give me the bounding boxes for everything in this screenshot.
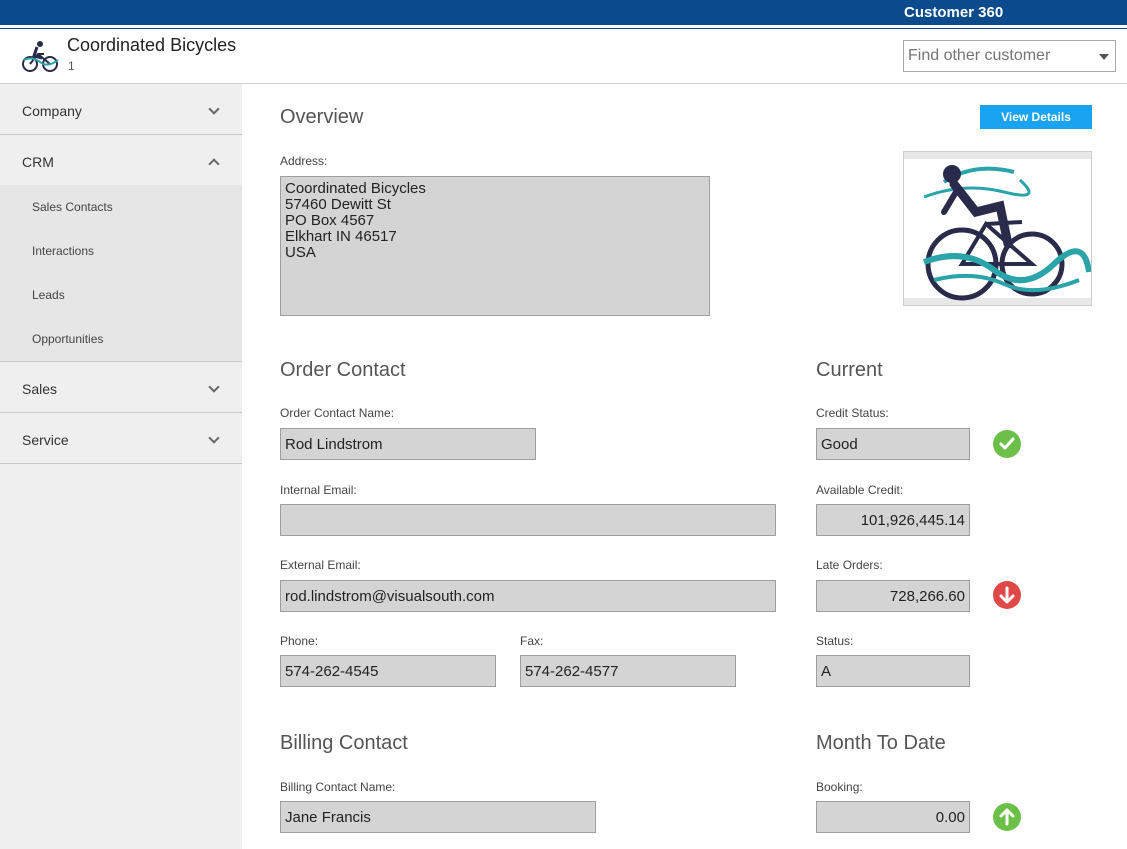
order-contact-name-label: Order Contact Name: xyxy=(280,406,395,420)
fax-field[interactable]: 574-262-4577 xyxy=(520,655,736,687)
external-email-label: External Email: xyxy=(280,558,361,572)
late-orders-label: Late Orders: xyxy=(816,558,883,572)
address-label: Address: xyxy=(280,154,328,168)
nav-service[interactable]: Service xyxy=(0,413,242,463)
cyclist-logo-icon xyxy=(904,152,1092,305)
internal-email-field[interactable] xyxy=(280,504,776,536)
address-line: 57460 Dewitt St xyxy=(285,196,391,213)
current-title: Current xyxy=(816,359,883,381)
address-line: PO Box 4567 xyxy=(285,212,375,229)
sidebar-item-leads[interactable]: Leads xyxy=(0,273,242,317)
find-customer-select[interactable] xyxy=(903,40,1116,72)
nav-service-label: Service xyxy=(22,432,69,448)
view-details-button[interactable]: View Details xyxy=(980,105,1092,129)
nav-group-company: Company xyxy=(0,84,242,135)
order-contact-title: Order Contact xyxy=(280,359,406,381)
nav-company[interactable]: Company xyxy=(0,84,242,134)
phone-field[interactable]: 574-262-4545 xyxy=(280,655,496,687)
arrow-up-circle-icon xyxy=(993,803,1021,831)
find-customer-input[interactable] xyxy=(904,41,1089,71)
status-field[interactable]: A xyxy=(816,655,970,687)
available-credit-field[interactable]: 101,926,445.14 xyxy=(816,504,970,536)
address-line: Elkhart IN 46517 xyxy=(285,228,397,245)
app-title: Customer 360 xyxy=(904,4,1004,21)
nav-crm-label: CRM xyxy=(22,154,54,170)
sidebar-item-sales-contacts[interactable]: Sales Contacts xyxy=(0,185,242,229)
sidebar-item-label: Opportunities xyxy=(32,332,104,346)
address-line: USA xyxy=(285,244,316,261)
arrow-down-circle-icon xyxy=(993,581,1021,609)
billing-contact-name-field[interactable]: Jane Francis xyxy=(280,801,596,833)
overview-title: Overview xyxy=(280,106,364,128)
top-bar: Customer 360 xyxy=(0,0,1127,27)
address-line: Coordinated Bicycles xyxy=(285,180,426,197)
chevron-down-icon[interactable] xyxy=(1099,54,1109,60)
address-field[interactable]: Coordinated Bicycles 57460 Dewitt St PO … xyxy=(280,176,710,316)
customer-header: Coordinated Bicycles 1 xyxy=(0,30,1127,84)
available-credit-label: Available Credit: xyxy=(816,483,904,497)
month-to-date-title: Month To Date xyxy=(816,732,946,754)
phone-label: Phone: xyxy=(280,634,319,648)
chevron-down-icon[interactable] xyxy=(208,381,220,393)
status-label: Status: xyxy=(816,634,854,648)
sidebar-item-opportunities[interactable]: Opportunities xyxy=(0,317,242,361)
order-contact-name-field[interactable]: Rod Lindstrom xyxy=(280,428,536,460)
top-bar-divider xyxy=(0,28,1127,29)
nav-sales-label: Sales xyxy=(22,381,58,397)
sidebar-item-label: Leads xyxy=(32,288,65,302)
customer-number: 1 xyxy=(68,59,75,73)
booking-field[interactable]: 0.00 xyxy=(816,801,970,833)
sidebar: Company CRM Sales Contacts Interactions … xyxy=(0,84,242,849)
nav-group-sales: Sales xyxy=(0,362,242,413)
nav-group-crm: CRM Sales Contacts Interactions Leads Op… xyxy=(0,135,242,362)
chevron-down-icon[interactable] xyxy=(208,432,220,444)
chevron-up-icon[interactable] xyxy=(208,158,220,170)
sidebar-item-interactions[interactable]: Interactions xyxy=(0,229,242,273)
customer-logo-icon xyxy=(22,41,59,72)
billing-contact-name-label: Billing Contact Name: xyxy=(280,780,396,794)
sidebar-item-label: Sales Contacts xyxy=(32,200,113,214)
sidebar-item-label: Interactions xyxy=(32,244,95,258)
internal-email-label: Internal Email: xyxy=(280,483,357,497)
credit-status-field[interactable]: Good xyxy=(816,428,970,460)
main-content: Overview View Details Address: Coordinat… xyxy=(242,84,1127,849)
credit-status-label: Credit Status: xyxy=(816,406,889,420)
billing-contact-title: Billing Contact xyxy=(280,732,408,754)
nav-group-service: Service xyxy=(0,413,242,464)
check-circle-icon xyxy=(993,430,1021,458)
nav-company-label: Company xyxy=(22,103,82,119)
customer-logo-image xyxy=(903,151,1092,306)
nav-crm-submenu: Sales Contacts Interactions Leads Opport… xyxy=(0,185,242,361)
external-email-field[interactable]: rod.lindstrom@visualsouth.com xyxy=(280,580,776,612)
nav-sales[interactable]: Sales xyxy=(0,362,242,412)
booking-label: Booking: xyxy=(816,780,863,794)
late-orders-field[interactable]: 728,266.60 xyxy=(816,580,970,612)
fax-label: Fax: xyxy=(520,634,544,648)
nav-crm[interactable]: CRM xyxy=(0,135,242,185)
customer-name: Coordinated Bicycles xyxy=(67,35,237,55)
chevron-down-icon[interactable] xyxy=(208,103,220,115)
